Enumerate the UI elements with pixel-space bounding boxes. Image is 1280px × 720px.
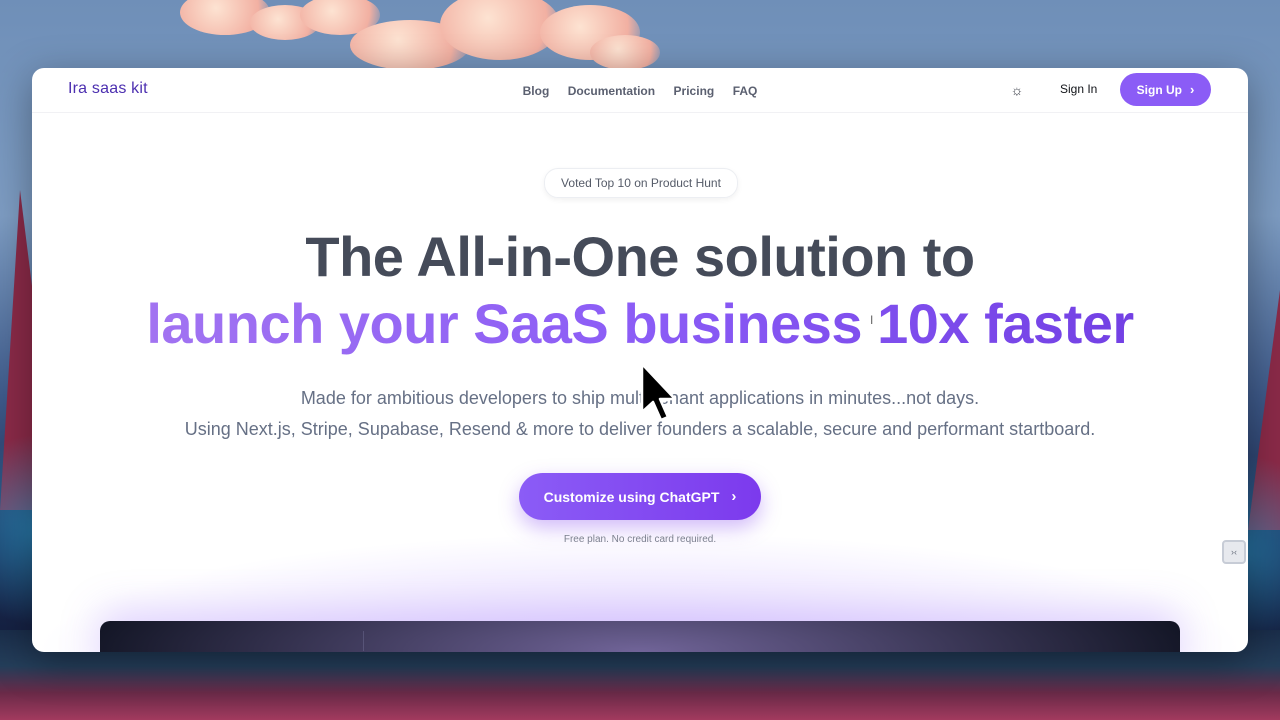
side-widget-icon[interactable]: ›‹ <box>1222 540 1246 564</box>
sign-in-button[interactable]: Sign In <box>1060 82 1097 96</box>
sign-up-label: Sign Up <box>1136 82 1182 97</box>
product-hunt-badge[interactable]: Voted Top 10 on Product Hunt <box>544 168 738 198</box>
text-cursor-icon: I <box>870 313 874 327</box>
nav-link-faq[interactable]: FAQ <box>733 84 758 98</box>
cta-label: Customize using ChatGPT <box>543 488 720 505</box>
free-plan-note: Free plan. No credit card required. <box>563 534 717 545</box>
mouse-pointer-icon <box>640 362 677 422</box>
nav-link-blog[interactable]: Blog <box>523 84 550 98</box>
preview-divider <box>363 631 364 651</box>
browser-window: Ira saas kit Blog Documentation Pricing … <box>32 68 1248 652</box>
hero-headline-line2: launch your SaaS business 10x faster <box>32 290 1248 358</box>
top-navbar: Ira saas kit Blog Documentation Pricing … <box>32 68 1248 113</box>
customize-chatgpt-button[interactable]: Customize using ChatGPT › <box>519 473 761 520</box>
chevron-right-icon: › <box>1189 82 1195 97</box>
sign-up-button[interactable]: Sign Up › <box>1120 73 1211 106</box>
hero-headline-line1: The All-in-One solution to <box>305 225 975 288</box>
sun-icon[interactable]: ☼ <box>1008 81 1026 99</box>
nav-link-pricing[interactable]: Pricing <box>674 84 715 98</box>
cloud <box>590 35 660 70</box>
chevron-right-icon: › <box>731 488 737 505</box>
app-preview-panel <box>100 621 1180 652</box>
nav-link-documentation[interactable]: Documentation <box>568 84 655 98</box>
